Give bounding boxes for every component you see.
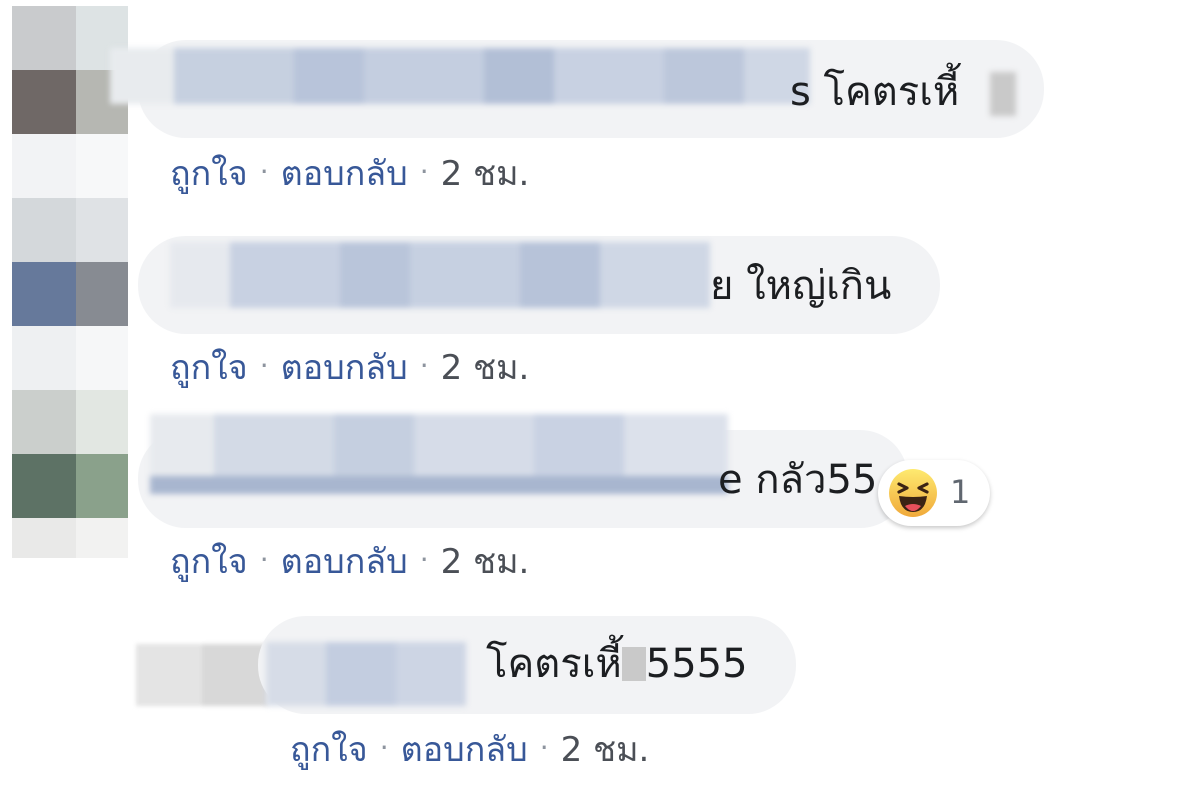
comment-text: e กลัว55 (718, 457, 878, 503)
separator: · (379, 731, 389, 764)
like-button[interactable]: ถูกใจ (170, 542, 248, 582)
comment-text: ย ใหญ่เกิน (710, 263, 892, 309)
reply-avatar[interactable] (136, 644, 268, 706)
separator: · (259, 155, 269, 188)
redacted-char (621, 647, 646, 681)
reaction-badge[interactable]: 1 (878, 460, 990, 526)
redacted-char (990, 72, 1016, 116)
like-button[interactable]: ถูกใจ (170, 348, 248, 388)
reply-button[interactable]: ตอบกลับ (281, 542, 408, 582)
redacted-name (170, 242, 710, 308)
comment-actions: ถูกใจ · ตอบกลับ · 2 ชม. (170, 540, 529, 582)
timestamp[interactable]: 2 ชม. (441, 542, 530, 582)
timestamp[interactable]: 2 ชม. (441, 348, 530, 388)
separator: · (259, 543, 269, 576)
redacted-name (110, 48, 810, 104)
comment-actions: ถูกใจ · ตอบกลับ · 2 ชม. (170, 152, 529, 194)
comment-text: โคตรเหี้ 5555 (486, 640, 748, 688)
comment-actions: ถูกใจ · ตอบกลับ · 2 ชม. (170, 346, 529, 388)
comment-text: s โคตรเหี้ (790, 69, 960, 115)
timestamp[interactable]: 2 ชม. (441, 154, 530, 194)
separator: · (419, 349, 429, 382)
reply-button[interactable]: ตอบกลับ (281, 348, 408, 388)
comment-actions: ถูกใจ · ตอบกลับ · 2 ชม. (290, 728, 649, 770)
timestamp[interactable]: 2 ชม. (561, 730, 650, 770)
separator: · (419, 155, 429, 188)
separator: · (539, 731, 549, 764)
reply-button[interactable]: ตอบกลับ (281, 154, 408, 194)
separator: · (259, 349, 269, 382)
separator: · (419, 543, 429, 576)
reply-button[interactable]: ตอบกลับ (401, 730, 528, 770)
redacted-name (150, 414, 728, 494)
redacted-name (266, 642, 466, 706)
like-button[interactable]: ถูกใจ (170, 154, 248, 194)
comment-text-part: 5555 (645, 641, 748, 687)
laughing-emoji-icon (889, 469, 937, 517)
comment-text-part: โคตรเหี้ (486, 641, 622, 687)
like-button[interactable]: ถูกใจ (290, 730, 368, 770)
reaction-count: 1 (950, 473, 971, 511)
